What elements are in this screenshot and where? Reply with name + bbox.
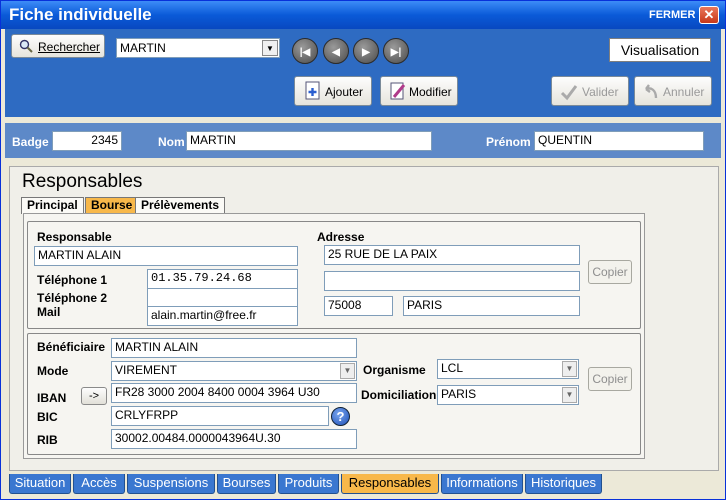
copier-adresse-button[interactable]: Copier [588,260,632,284]
mail-label: Mail [37,305,61,319]
iban-field[interactable]: FR28 3000 2004 8400 0004 3964 U30 [111,383,357,403]
adresse-label: Adresse [317,230,365,244]
responsable-field[interactable]: MARTIN ALAIN [34,246,298,266]
mode-label: Mode [37,364,69,378]
chevron-down-icon[interactable]: ▼ [340,363,355,379]
validate-button[interactable]: Valider [551,76,629,106]
code-postal-field[interactable]: 75008 [324,296,393,316]
rib-field[interactable]: 30002.00484.0000043964U.30 [111,429,357,449]
beneficiaire-label: Bénéficiaire [37,340,106,354]
domiciliation-select-value: PARIS [441,387,477,401]
domiciliation-select[interactable]: PARIS ▼ [437,385,579,405]
section-title: Responsables [22,171,143,192]
mode-select-value: VIREMENT [115,363,178,377]
undo-icon [645,84,658,99]
nav-prev-button[interactable]: ◀ [323,38,349,64]
tab-situation[interactable]: Situation [9,474,71,494]
tab-suspensions[interactable]: Suspensions [127,474,215,494]
close-label[interactable]: FERMER [649,9,695,21]
nom-label: Nom [158,135,185,149]
nav-first-button[interactable]: |◀ [292,38,318,64]
search-icon [19,39,33,53]
nav-last-button[interactable]: ▶| [383,38,409,64]
tab-historiques[interactable]: Historiques [525,474,602,494]
last-record-icon: ▶| [390,47,402,58]
tab-acces[interactable]: Accès [73,474,125,494]
search-button[interactable]: Rechercher [11,34,105,58]
next-record-icon: ▶ [362,47,370,58]
tab-informations[interactable]: Informations [441,474,523,494]
beneficiaire-field[interactable]: MARTIN ALAIN [111,338,357,358]
telephone2-field[interactable] [147,288,298,308]
prenom-label: Prénom [486,135,531,149]
close-button[interactable]: ✕ [699,6,719,24]
first-record-icon: |◀ [299,47,311,58]
help-icon[interactable]: ? [331,407,350,426]
tab-produits[interactable]: Produits [278,474,339,494]
organisme-select[interactable]: LCL ▼ [437,359,579,379]
telephone2-label: Téléphone 2 [37,291,108,305]
chevron-down-icon[interactable]: ▼ [562,387,577,403]
tab-responsables[interactable]: Responsables [341,474,439,494]
iban-label: IBAN [37,391,67,405]
window-title: Fiche individuelle [9,5,152,24]
adresse-line1-field[interactable]: 25 RUE DE LA PAIX [324,245,580,265]
tab-principal[interactable]: Principal [21,197,84,214]
adresse-line2-field[interactable] [324,271,580,291]
add-document-icon [305,81,320,100]
modify-button[interactable]: Modifier [380,76,458,106]
cancel-button[interactable]: Annuler [634,76,712,106]
copier-beneficiaire-button[interactable]: Copier [588,367,632,391]
iban-convert-button[interactable]: -> [81,387,107,405]
mail-field[interactable]: alain.martin@free.fr [147,306,298,326]
organisme-select-value: LCL [441,361,464,375]
mode-indicator: Visualisation [609,38,711,62]
responsable-label: Responsable [37,230,112,244]
mode-select[interactable]: VIREMENT ▼ [111,361,357,381]
chevron-down-icon[interactable]: ▼ [262,40,278,56]
tab-bourses[interactable]: Bourses [217,474,276,494]
cancel-button-label: Annuler [663,85,705,99]
nav-next-button[interactable]: ▶ [353,38,379,64]
add-button[interactable]: Ajouter [294,76,372,106]
name-select[interactable]: MARTIN ▼ [116,38,280,58]
chevron-down-icon[interactable]: ▼ [562,361,577,377]
nom-field[interactable]: MARTIN [186,131,432,151]
telephone1-field[interactable]: 01.35.79.24.68 [147,269,298,289]
badge-field[interactable]: 2345 [52,131,122,151]
bic-field[interactable]: CRLYFRPP [111,406,329,426]
rib-label: RIB [37,433,58,447]
add-button-label: Ajouter [325,85,364,99]
prenom-field[interactable]: QUENTIN [534,131,704,151]
tab-prelevements[interactable]: Prélèvements [135,197,226,214]
telephone1-label: Téléphone 1 [37,273,108,287]
close-icon: ✕ [703,7,715,22]
modify-button-label: Modifier [409,85,452,99]
ville-field[interactable]: PARIS [403,296,580,316]
bic-label: BIC [37,410,58,424]
search-button-label: Rechercher [38,40,101,54]
badge-label: Badge [12,135,49,149]
domiciliation-label: Domiciliation [361,388,437,402]
checkmark-icon [560,85,578,101]
prev-record-icon: ◀ [332,47,340,58]
validate-button-label: Valider [582,85,619,99]
organisme-label: Organisme [363,363,426,377]
name-select-value: MARTIN [120,41,166,55]
main-window: Fiche individuelle FERMER ✕ Rechercher M… [0,0,726,500]
edit-icon [390,82,406,100]
tab-bourse[interactable]: Bourse [85,197,139,214]
